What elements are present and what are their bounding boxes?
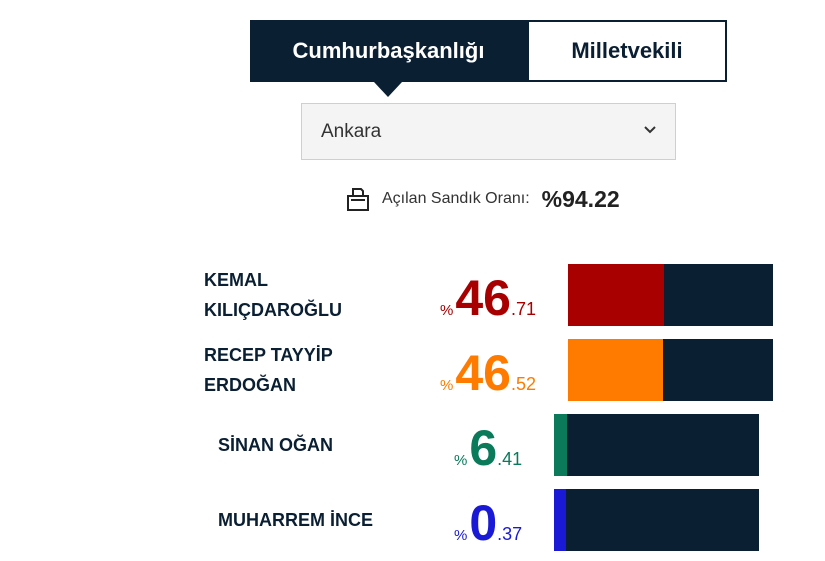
vote-bar — [554, 489, 759, 551]
candidate-percent: % 6 .41 — [454, 423, 522, 473]
percent-decimal: .41 — [497, 449, 523, 469]
vote-bar-fill — [554, 414, 568, 476]
candidate-percent: % 0 .37 — [454, 498, 522, 548]
percent-symbol: % — [440, 302, 454, 319]
candidate-name-line: RECEP TAYYİP — [204, 345, 333, 365]
percent-decimal: .52 — [510, 374, 536, 394]
candidate-percent: % 46 .71 — [440, 273, 536, 323]
percent-integer: 46 — [455, 345, 511, 401]
ballot-box-icon — [347, 188, 369, 211]
candidate-row: RECEP TAYYİP ERDOĞAN % 46 .52 — [0, 338, 825, 402]
chevron-down-icon — [644, 126, 656, 134]
candidate-name-line: SİNAN OĞAN — [218, 435, 334, 455]
candidate-name-line: MUHARREM İNCE — [218, 510, 373, 530]
candidate-row: KEMAL KILIÇDAROĞLU % 46 .71 — [0, 263, 825, 327]
vote-bar-fill — [568, 339, 664, 401]
vote-bar-fill — [554, 489, 567, 551]
vote-bar — [568, 339, 773, 401]
percent-symbol: % — [440, 377, 454, 394]
candidate-name-line: KILIÇDAROĞLU — [204, 300, 342, 320]
election-tabs: Cumhurbaşkanlığı Milletvekili — [250, 20, 727, 97]
ballot-ratio-label: Açılan Sandık Oranı: — [382, 190, 530, 207]
percent-symbol: % — [454, 527, 468, 544]
candidate-percent: % 46 .52 — [440, 348, 536, 398]
percent-decimal: .37 — [497, 524, 523, 544]
percent-integer: 6 — [469, 420, 498, 476]
percent-integer: 46 — [455, 270, 511, 326]
candidate-row: MUHARREM İNCE % 0 .37 — [0, 488, 825, 552]
vote-bar — [568, 264, 773, 326]
percent-integer: 0 — [469, 495, 498, 551]
percent-symbol: % — [454, 452, 468, 469]
candidate-row: SİNAN OĞAN % 6 .41 — [0, 413, 825, 477]
ballot-ratio: Açılan Sandık Oranı: %94.22 — [346, 183, 620, 215]
candidate-name-line: ERDOĞAN — [204, 375, 297, 395]
candidate-name: SİNAN OĞAN — [218, 430, 333, 460]
candidate-name: KEMAL KILIÇDAROĞLU — [204, 265, 342, 325]
candidate-name-line: KEMAL — [204, 270, 268, 290]
candidate-name: MUHARREM İNCE — [218, 505, 373, 535]
tab-presidential[interactable]: Cumhurbaşkanlığı — [250, 20, 527, 97]
province-select-value: Ankara — [321, 120, 382, 142]
vote-bar-fill — [568, 264, 664, 326]
vote-bar — [554, 414, 759, 476]
tab-parliament[interactable]: Milletvekili — [527, 20, 727, 82]
percent-decimal: .71 — [510, 299, 536, 319]
ballot-ratio-value: %94.22 — [541, 185, 620, 212]
candidate-name: RECEP TAYYİP ERDOĞAN — [204, 340, 333, 400]
province-select[interactable]: Ankara — [301, 103, 676, 160]
